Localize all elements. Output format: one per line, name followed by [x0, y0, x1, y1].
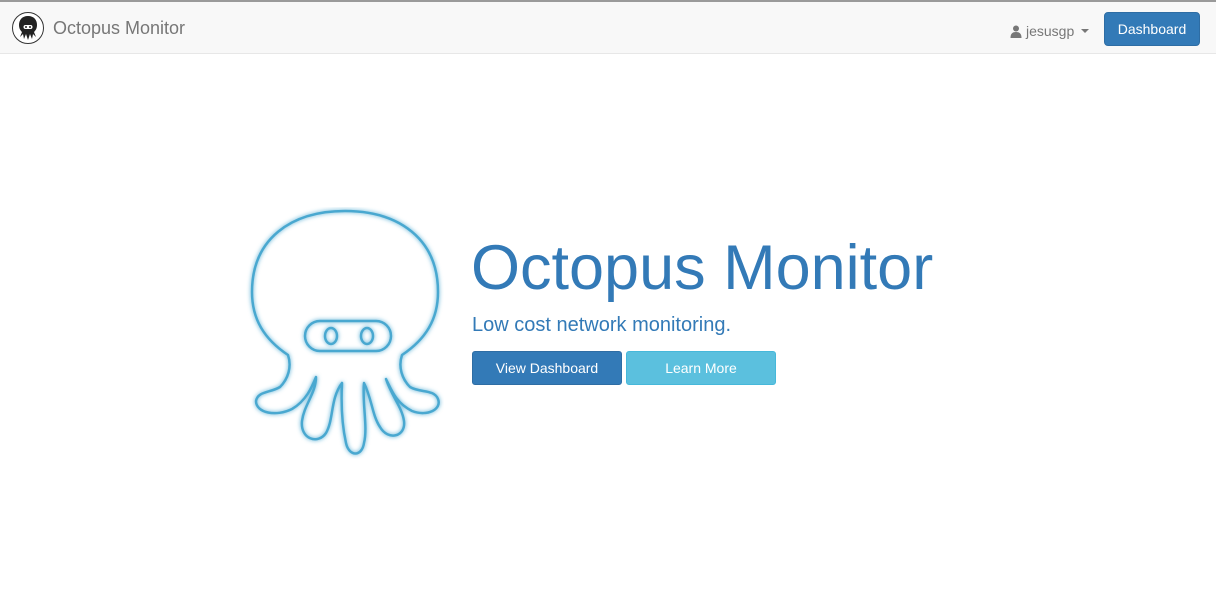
learn-more-button[interactable]: Learn More — [626, 351, 776, 385]
top-navbar: Octopus Monitor jesusgp Dashboard — [0, 0, 1216, 54]
username-label: jesusgp — [1026, 23, 1075, 39]
caret-down-icon — [1081, 29, 1090, 33]
hero-title: Octopus Monitor — [471, 233, 934, 303]
user-icon — [1010, 25, 1022, 38]
view-dashboard-button[interactable]: View Dashboard — [472, 351, 622, 385]
hero-subtitle: Low cost network monitoring. — [472, 314, 732, 336]
octopus-logo-icon — [12, 12, 44, 44]
navbar-brand[interactable]: Octopus Monitor — [12, 11, 185, 45]
dashboard-button[interactable]: Dashboard — [1104, 12, 1200, 46]
octopus-icon — [246, 207, 444, 459]
navbar-brand-label: Octopus Monitor — [53, 17, 186, 38]
user-dropdown[interactable]: jesusgp — [1010, 21, 1090, 41]
